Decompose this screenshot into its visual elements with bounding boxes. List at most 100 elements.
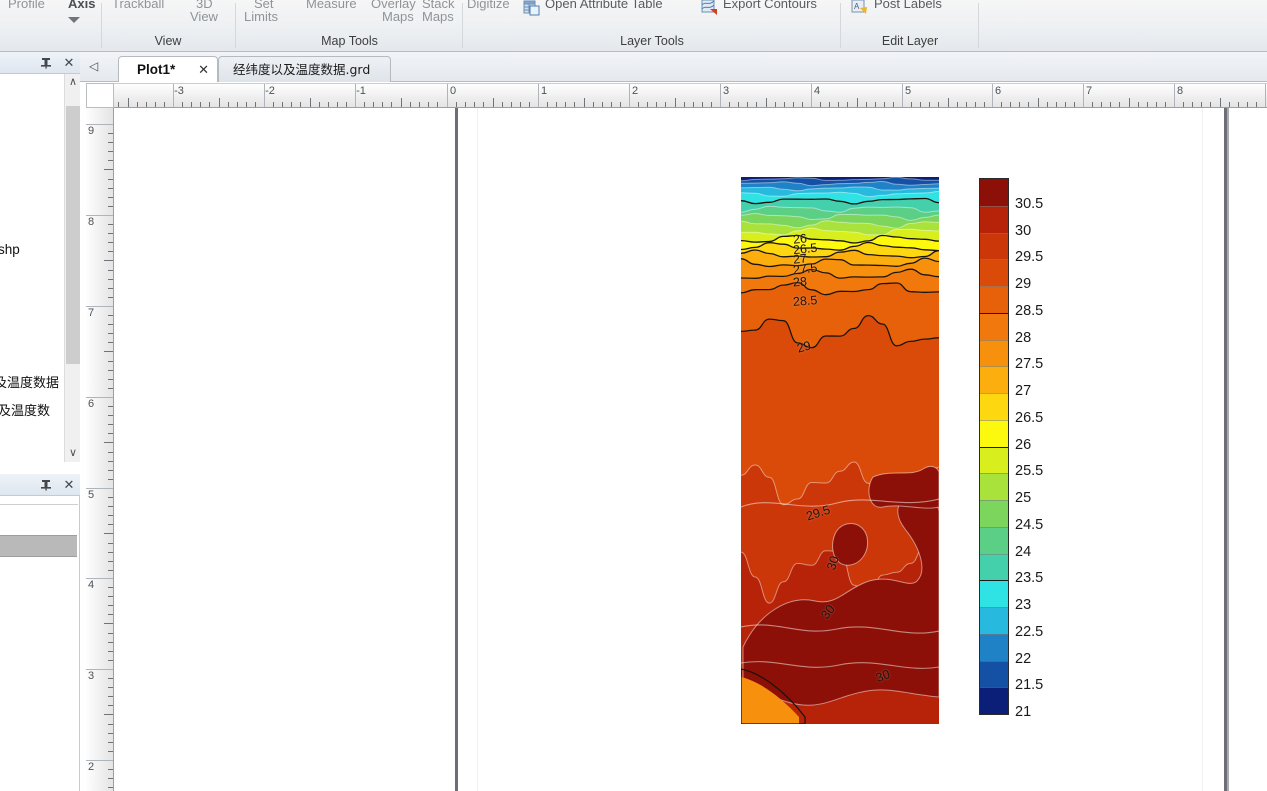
hruler-minor-tick xyxy=(793,102,794,107)
measure-command[interactable]: Measure xyxy=(306,0,357,11)
stack-maps-command-line2[interactable]: Maps xyxy=(422,9,454,24)
hruler-minor-tick xyxy=(1192,102,1193,107)
vruler-major-tick xyxy=(86,760,113,761)
contour-map-bands xyxy=(741,177,939,724)
vruler-minor-tick xyxy=(108,678,113,679)
digitize-command[interactable]: Digitize xyxy=(467,0,510,11)
color-scale-tick-label: 27 xyxy=(1015,383,1032,399)
axis-dropdown-arrow[interactable] xyxy=(68,17,80,23)
export-contours-command[interactable]: Export Contours xyxy=(723,0,817,11)
close-icon[interactable]: ✕ xyxy=(61,477,77,493)
hruler-minor-tick xyxy=(373,102,374,107)
hruler-minor-tick xyxy=(219,98,220,107)
horizontal-ruler[interactable]: -3-2-10123456789 xyxy=(114,83,1267,108)
hruler-minor-tick xyxy=(775,102,776,107)
vruler-minor-tick xyxy=(108,188,113,189)
hruler-minor-tick xyxy=(1229,102,1230,107)
hruler-label: -1 xyxy=(356,85,366,97)
hruler-minor-tick xyxy=(756,102,757,107)
post-labels-icon: A xyxy=(851,0,868,16)
color-scale-divider xyxy=(980,286,1008,287)
color-scale-divider xyxy=(980,687,1008,689)
hruler-minor-tick xyxy=(1247,102,1248,107)
color-scale-band xyxy=(980,500,1008,528)
vruler-major-tick xyxy=(86,578,113,579)
vruler-minor-tick xyxy=(108,133,113,134)
hruler-minor-tick xyxy=(474,102,475,107)
axis-command[interactable]: Axis xyxy=(68,0,95,11)
profile-command[interactable]: Profile xyxy=(8,0,45,11)
color-scale-band xyxy=(980,526,1008,555)
hruler-major-tick xyxy=(902,84,903,107)
color-scale-tick-label: 30.5 xyxy=(1015,195,1044,212)
hruler-label: 0 xyxy=(449,85,457,97)
vruler-major-tick xyxy=(86,124,113,125)
vruler-minor-tick xyxy=(108,179,113,180)
plot-canvas[interactable]: 26 26.5 27 27.5 28 28.5 29 29.5 30 30 30 30.5 30 29.… xyxy=(114,108,1267,791)
vruler-minor-tick xyxy=(104,714,113,715)
three-d-view-command[interactable]: View xyxy=(190,9,218,24)
vruler-major-tick xyxy=(86,488,113,489)
hruler-label: 4 xyxy=(813,85,821,97)
hruler-minor-tick xyxy=(291,102,292,107)
hruler-minor-tick xyxy=(255,102,256,107)
hruler-minor-tick xyxy=(391,102,392,107)
object-manager-entry-contours[interactable]: 及温度数据 xyxy=(0,376,59,392)
color-scale-tick-label: 23.5 xyxy=(1015,570,1044,587)
overlay-maps-command-line2[interactable]: Maps xyxy=(382,9,414,24)
vruler-minor-tick xyxy=(108,633,113,634)
color-scale-bar[interactable] xyxy=(979,178,1009,715)
hruler-major-tick xyxy=(173,84,174,107)
hruler-minor-tick xyxy=(675,98,676,107)
vertical-ruler[interactable]: 9 8 7 6 5 4 3 2 xyxy=(86,108,114,791)
hruler-minor-tick xyxy=(656,102,657,107)
object-manager-entry-shp[interactable]: shp xyxy=(0,242,20,258)
contour-value-label: 28.5 xyxy=(792,293,818,309)
vruler-minor-tick xyxy=(108,751,113,752)
scrollbar-thumb[interactable] xyxy=(66,106,80,364)
vruler-minor-tick xyxy=(108,651,113,652)
vruler-minor-tick xyxy=(108,705,113,706)
hruler-minor-tick xyxy=(228,102,229,107)
hruler-major-tick xyxy=(538,84,539,107)
color-scale-tick-label: 28.5 xyxy=(1015,302,1044,319)
vruler-minor-tick xyxy=(108,552,113,553)
tab-plot1-close-icon[interactable]: ✕ xyxy=(198,57,209,82)
tab-plot1-label: Plot1* xyxy=(137,62,176,77)
hruler-minor-tick xyxy=(146,102,147,107)
close-icon[interactable]: ✕ xyxy=(61,55,77,71)
export-contours-icon xyxy=(701,0,718,16)
tab-grid-document[interactable]: 经纬度以及温度数据.grd xyxy=(218,56,391,82)
ribbon-group-map-tools-caption: Map Tools xyxy=(321,34,378,48)
contour-map[interactable]: 26 26.5 27 27.5 28 28.5 29 29.5 30 30 30 xyxy=(741,177,939,724)
left-dock-scrollbar[interactable]: ∧ ∨ xyxy=(64,74,80,462)
open-attribute-table-command[interactable]: Open Attribute Table xyxy=(545,0,663,11)
vruler-minor-tick xyxy=(108,315,113,316)
hruler-minor-tick xyxy=(529,102,530,107)
vruler-minor-tick xyxy=(108,279,113,280)
ruler-corner-box[interactable] xyxy=(86,83,114,108)
color-scale-tick-label: 21.5 xyxy=(1015,677,1044,694)
hruler-minor-tick xyxy=(465,102,466,107)
ribbon-toolbar: Profile Axis Trackball 3D View View Set … xyxy=(0,0,1267,52)
scroll-up-arrow-icon[interactable]: ∧ xyxy=(65,74,81,91)
tab-scroll-left-icon[interactable]: ◁ xyxy=(89,58,98,74)
scroll-down-arrow-icon[interactable]: ∨ xyxy=(65,445,81,462)
post-labels-command[interactable]: Post Labels xyxy=(874,0,942,11)
pin-icon[interactable] xyxy=(38,55,54,71)
color-scale-divider xyxy=(980,633,1008,635)
pin-icon[interactable] xyxy=(38,477,54,493)
hruler-minor-tick xyxy=(493,98,494,107)
property-grid[interactable] xyxy=(0,504,78,791)
color-scale-divider xyxy=(980,660,1008,662)
vruler-minor-tick xyxy=(108,570,113,571)
open-attribute-table-icon xyxy=(523,0,540,16)
hruler-minor-tick xyxy=(128,98,129,107)
tab-plot1[interactable]: Plot1* ✕ xyxy=(118,56,218,82)
hruler-minor-tick xyxy=(118,102,119,107)
set-limits-command-line2[interactable]: Limits xyxy=(244,9,278,24)
vruler-minor-tick xyxy=(108,242,113,243)
trackball-command[interactable]: Trackball xyxy=(112,0,164,11)
hruler-minor-tick xyxy=(611,102,612,107)
object-manager-entry-grid[interactable]: 及温度数 xyxy=(0,404,50,420)
